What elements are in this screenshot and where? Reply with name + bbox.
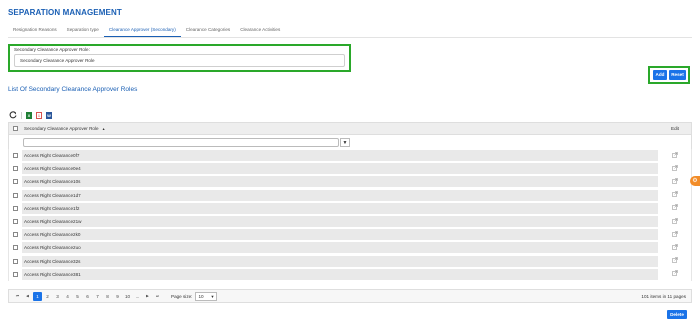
table-row[interactable]: Access Right Clearance2uo — [8, 241, 692, 255]
role-filter-input[interactable] — [23, 137, 339, 147]
pager: ⏮ ◀ 1 2 3 4 5 6 7 8 9 10... ▶ ⏭ Page size: 10 ▼ 1… — [8, 289, 692, 303]
edit-icon[interactable] — [659, 178, 691, 186]
role-name-cell: Access Right Clearance2uo — [22, 242, 658, 254]
delete-button[interactable]: Delete — [667, 310, 687, 319]
tab-separation-type[interactable]: Separation type — [62, 24, 104, 37]
column-header-role[interactable]: Secondary Clearance Approver Role ▲ — [22, 126, 659, 131]
edit-icon[interactable] — [659, 270, 691, 278]
tab-resignation-reasons[interactable]: Resignation Reasons — [8, 24, 62, 37]
page-button[interactable]: 3 — [53, 292, 62, 301]
page-button[interactable]: 6 — [83, 292, 92, 301]
tab-clearance-categories[interactable]: Clearance Categories — [181, 24, 235, 37]
table-row[interactable]: Access Right Clearance1d7 — [8, 188, 692, 202]
word-export-icon[interactable]: W — [46, 111, 52, 119]
page-button[interactable]: 4 — [63, 292, 72, 301]
page-button[interactable]: 2 — [43, 292, 52, 301]
filter-row: ▼ — [8, 135, 692, 149]
toolbar-divider — [21, 111, 22, 119]
column-header-edit: Edit — [671, 126, 679, 131]
row-checkbox[interactable] — [13, 205, 18, 211]
role-name-cell: Access Right Clearance0e4 — [22, 163, 658, 175]
edit-icon[interactable] — [659, 230, 691, 239]
role-name-cell: Access Right Clearance2k0 — [22, 229, 658, 241]
page-button[interactable]: 9 — [113, 292, 122, 301]
edit-icon[interactable] — [659, 244, 691, 252]
grid-header: Secondary Clearance Approver Role ▲ Edit — [8, 122, 692, 135]
page-size-value: 10 — [198, 293, 204, 299]
role-name-cell: Access Right Clearance10s — [22, 176, 658, 188]
pager-info: 101 items in 11 pages — [641, 293, 686, 299]
role-name-cell: Access Right Clearance0f7 — [22, 150, 658, 162]
page-button[interactable]: 10 — [123, 292, 132, 301]
edit-icon[interactable] — [659, 191, 691, 199]
next-page-icon[interactable]: ▶ — [143, 292, 152, 301]
grid-body: Access Right Clearance0f7 Access Right Cl… — [8, 149, 692, 281]
row-checkbox[interactable] — [13, 245, 18, 251]
first-page-icon[interactable]: ⏮ — [13, 292, 22, 301]
tab-clearance-approver-secondary[interactable]: Clearance Approver (Secondary) — [103, 24, 181, 37]
edit-icon[interactable] — [659, 257, 691, 265]
page-button[interactable]: 7 — [93, 292, 102, 301]
role-name-cell: Access Right Clearance381 — [22, 268, 658, 280]
refresh-icon[interactable] — [8, 111, 17, 120]
edit-icon[interactable] — [659, 165, 691, 173]
list-title: List Of Secondary Clearance Approver Rol… — [8, 86, 138, 93]
table-row[interactable]: Access Right Clearance2k0 — [8, 228, 692, 242]
column-header-role-label: Secondary Clearance Approver Role — [24, 126, 99, 131]
page-button[interactable]: ... — [133, 292, 142, 301]
side-help-tab[interactable]: ⚙ — [690, 176, 700, 186]
select-all-checkbox[interactable] — [13, 126, 18, 131]
page-button[interactable]: 8 — [103, 292, 112, 301]
approver-roles-grid: Secondary Clearance Approver Role ▲ Edit… — [8, 122, 692, 281]
grid-toolbar: X ⅄ W — [8, 110, 52, 120]
page-numbers: 1 2 3 4 5 6 7 8 9 10... — [33, 291, 143, 301]
role-name-cell: Access Right Clearance21w — [22, 216, 658, 228]
tab-bar: Resignation Reasons Separation type Clea… — [8, 24, 692, 38]
row-checkbox[interactable] — [13, 192, 18, 198]
prev-page-icon[interactable]: ◀ — [23, 292, 32, 301]
role-name-cell: Access Right Clearance1d7 — [22, 189, 658, 201]
pdf-export-icon[interactable]: ⅄ — [36, 111, 42, 119]
row-checkbox[interactable] — [13, 232, 18, 238]
excel-export-icon[interactable]: X — [26, 111, 32, 119]
table-row[interactable]: Access Right Clearance32s — [8, 254, 692, 268]
settings-icon: ⚙ — [692, 178, 698, 184]
table-row[interactable]: Access Right Clearance1f2 — [8, 201, 692, 215]
approver-role-input[interactable]: Secondary Clearance Approver Role — [14, 54, 345, 67]
row-checkbox[interactable] — [13, 153, 18, 159]
approver-role-form-group: Secondary Clearance Approver Role: Secon… — [8, 44, 351, 72]
tab-clearance-activities[interactable]: Clearance Activities — [235, 24, 285, 37]
form-action-group: Add Reset — [648, 66, 690, 84]
role-name-cell: Access Right Clearance32s — [22, 255, 658, 267]
row-checkbox[interactable] — [13, 219, 18, 225]
table-row[interactable]: Access Right Clearance10s — [8, 175, 692, 189]
page-button[interactable]: 1 — [33, 291, 42, 301]
approver-role-label: Secondary Clearance Approver Role: — [14, 47, 90, 52]
edit-icon[interactable] — [659, 204, 691, 212]
role-name-cell: Access Right Clearance1f2 — [22, 202, 658, 214]
row-checkbox[interactable] — [13, 271, 18, 277]
edit-icon[interactable] — [659, 151, 691, 160]
row-checkbox[interactable] — [13, 258, 18, 264]
row-checkbox[interactable] — [13, 166, 18, 172]
page-size-label: Page size: — [171, 293, 193, 299]
table-row[interactable]: Access Right Clearance0f7 — [8, 149, 692, 163]
sort-asc-icon: ▲ — [101, 127, 106, 131]
table-row[interactable]: Access Right Clearance0e4 — [8, 162, 692, 176]
table-row[interactable]: Access Right Clearance21w — [8, 214, 692, 229]
add-button[interactable]: Add — [653, 70, 667, 80]
table-row[interactable]: Access Right Clearance381 — [8, 267, 692, 281]
chevron-down-icon: ▼ — [210, 293, 215, 299]
page-size-select[interactable]: 10 ▼ — [195, 291, 218, 301]
last-page-icon[interactable]: ⏭ — [153, 292, 162, 301]
page-title: SEPARATION MANAGEMENT — [8, 8, 122, 17]
reset-button[interactable]: Reset — [669, 70, 686, 80]
row-checkbox[interactable] — [13, 179, 18, 185]
page-button[interactable]: 5 — [73, 292, 82, 301]
edit-icon[interactable] — [659, 217, 691, 226]
filter-icon[interactable]: ▼ — [340, 137, 350, 147]
